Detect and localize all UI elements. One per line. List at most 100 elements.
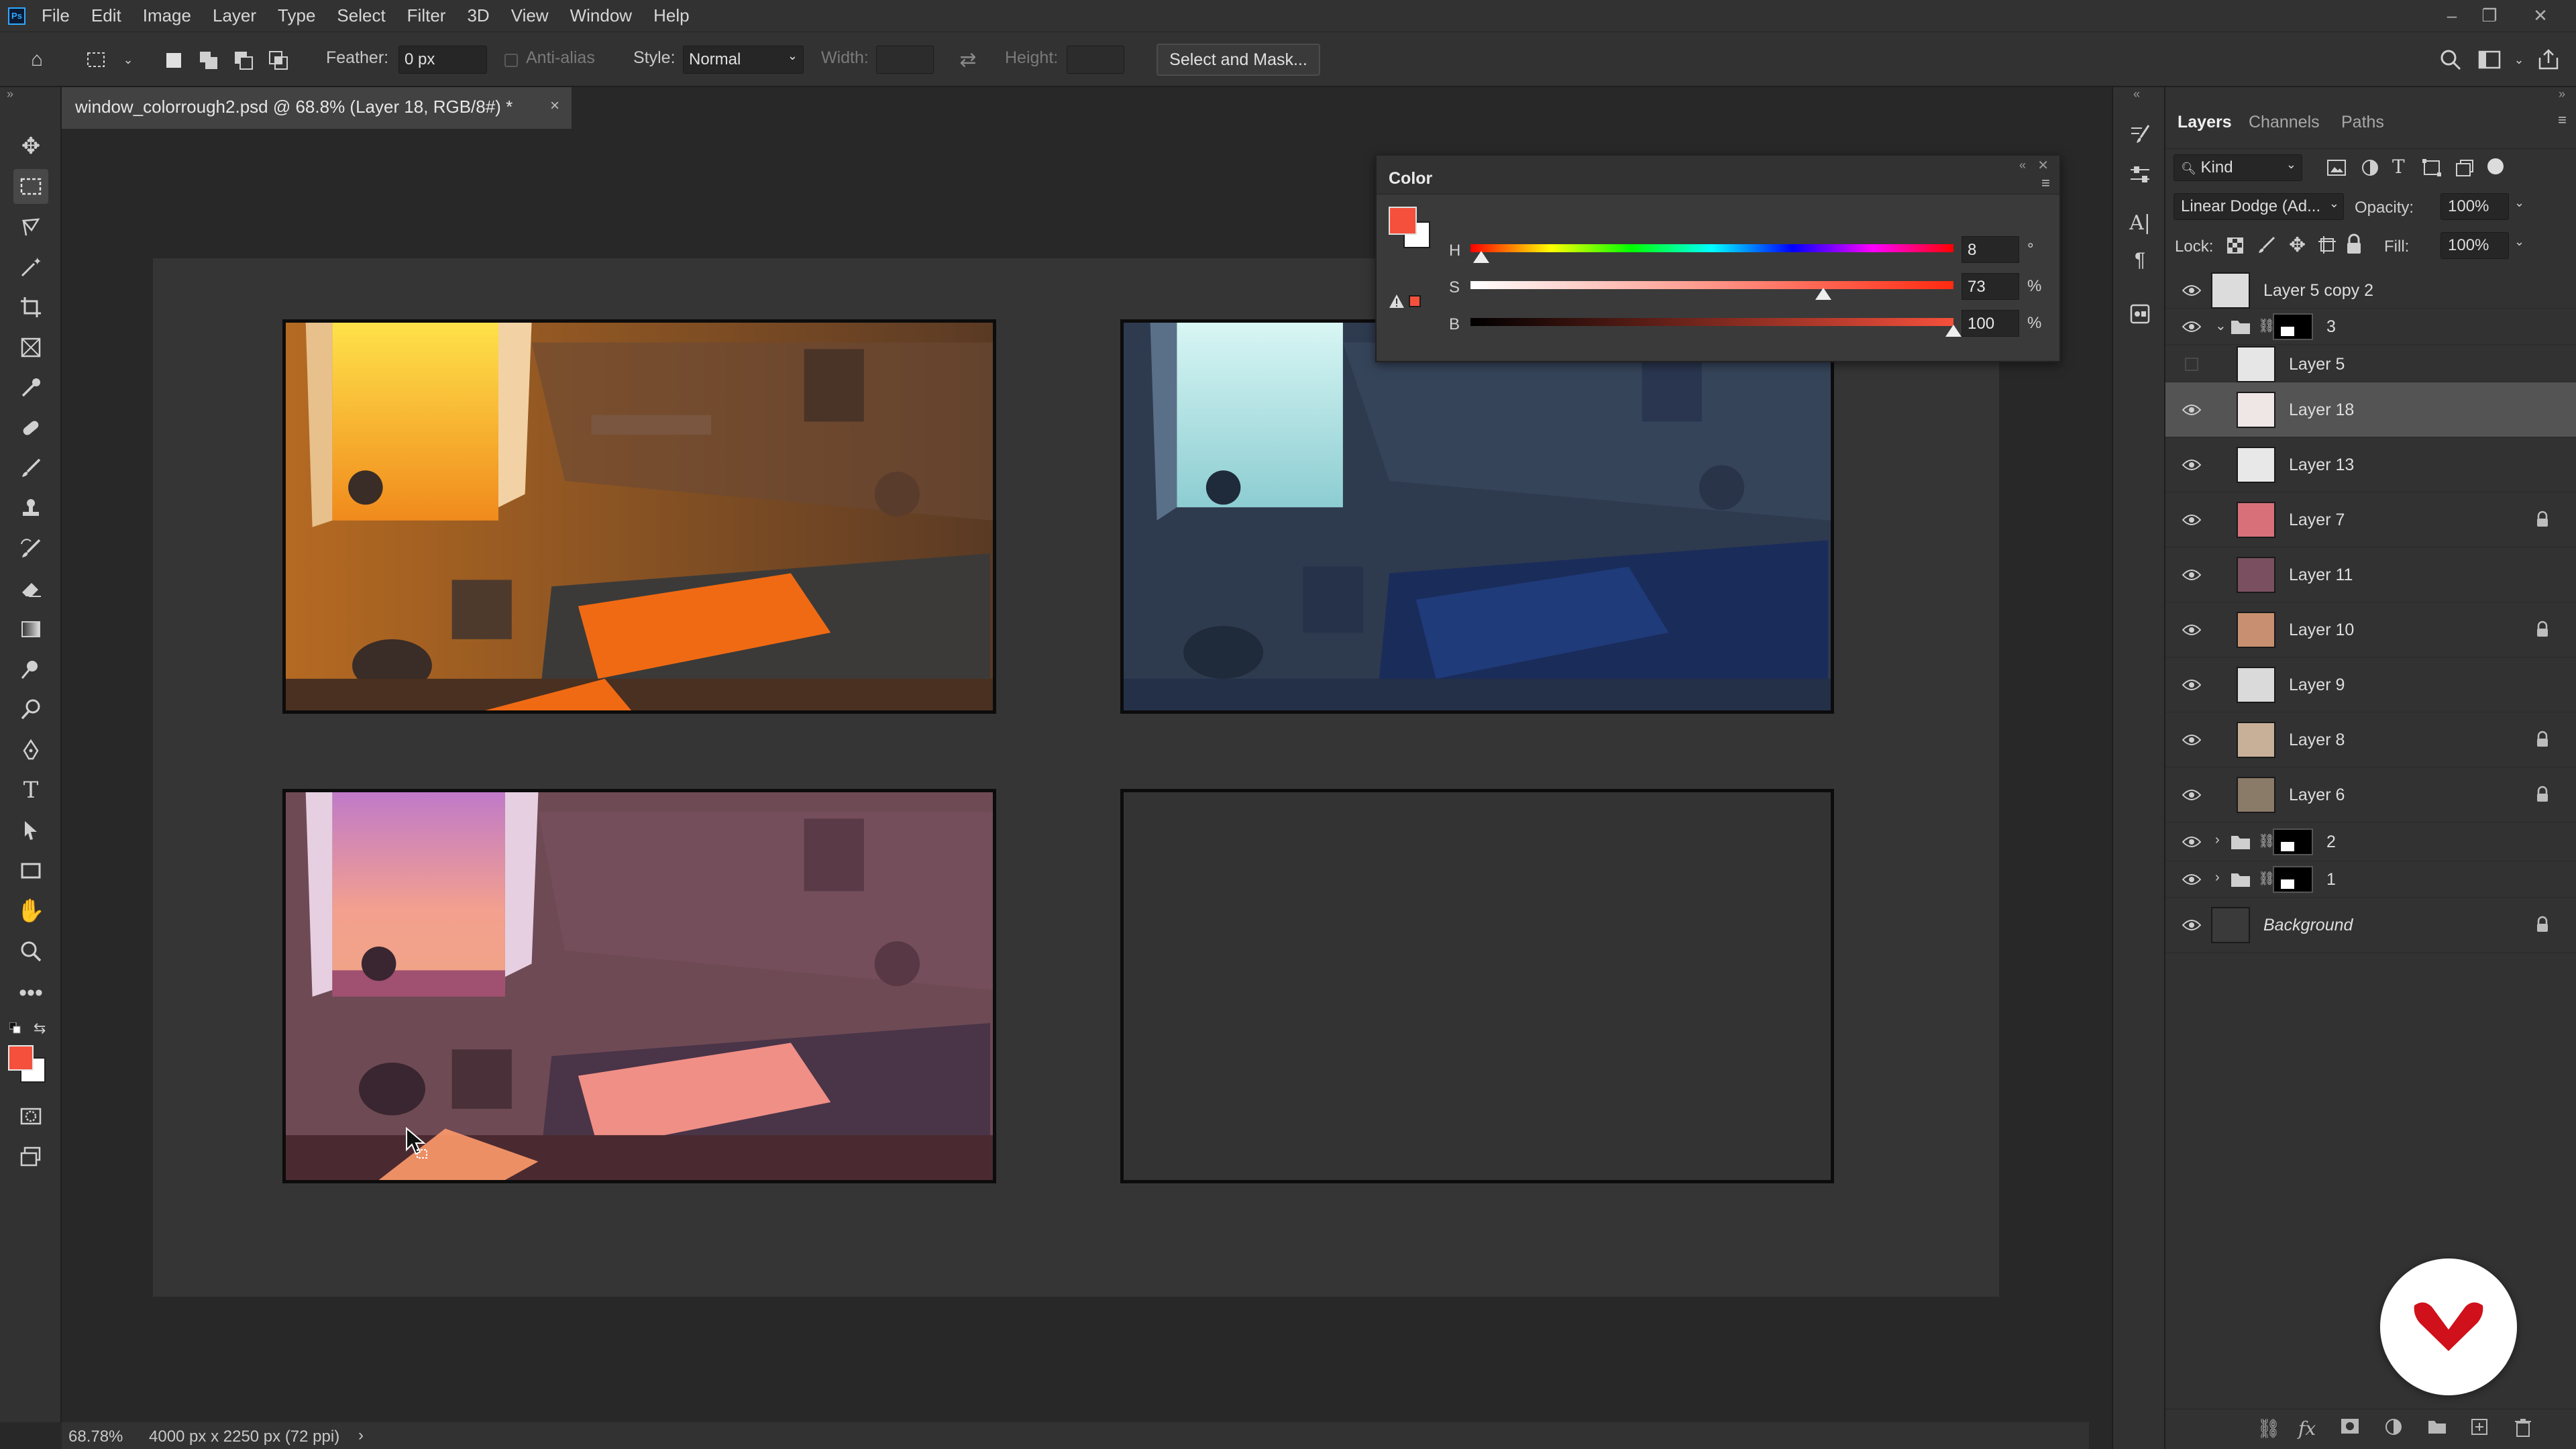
height-input[interactable] xyxy=(1067,46,1124,74)
layer-row[interactable]: Layer 6 xyxy=(2165,767,2576,822)
menu-type[interactable]: Type xyxy=(278,5,315,26)
select-and-mask-button[interactable]: Select and Mask... xyxy=(1157,44,1320,76)
tab-channels[interactable]: Channels xyxy=(2249,113,2320,132)
opacity-input[interactable]: 100% xyxy=(2440,193,2509,220)
link-layers-icon[interactable]: ⛓︎ xyxy=(2257,1417,2281,1440)
layer-row[interactable]: Background xyxy=(2165,898,2576,953)
frame-tool-icon[interactable] xyxy=(13,330,48,365)
layer-thumbnail[interactable] xyxy=(2237,346,2275,382)
lock-position-icon[interactable]: ✥ xyxy=(2289,233,2306,257)
layer-row[interactable]: Layer 11 xyxy=(2165,547,2576,602)
zoom-level[interactable]: 68.78% xyxy=(68,1428,123,1446)
filter-toggle-icon[interactable] xyxy=(2487,158,2504,174)
eyedropper-tool-icon[interactable] xyxy=(13,370,48,405)
visibility-eye-icon[interactable] xyxy=(2182,317,2202,337)
delete-layer-icon[interactable] xyxy=(2514,1417,2532,1442)
layer-row[interactable]: Layer 5 xyxy=(2165,346,2576,382)
brush-settings-icon[interactable] xyxy=(2125,119,2155,149)
menu-filter[interactable]: Filter xyxy=(407,5,446,26)
lock-transparent-icon[interactable] xyxy=(2226,236,2245,255)
saturation-slider-thumb[interactable] xyxy=(1815,288,1831,300)
saturation-slider-track[interactable] xyxy=(1470,281,1953,289)
panel-menu-icon[interactable]: ≡ xyxy=(2041,174,2050,192)
more-tools-icon[interactable]: ••• xyxy=(13,975,48,1010)
magic-wand-tool-icon[interactable]: ✦ xyxy=(13,250,48,284)
document-tab[interactable]: window_colorrough2.psd @ 68.8% (Layer 18… xyxy=(62,87,572,129)
hue-slider-thumb[interactable] xyxy=(1473,251,1489,263)
layer-thumbnail[interactable] xyxy=(2237,557,2275,593)
group-mask-thumbnail[interactable] xyxy=(2273,866,2313,893)
hand-tool-icon[interactable]: ✋ xyxy=(13,894,48,928)
feather-input[interactable]: 0 px xyxy=(398,46,487,74)
lock-all-icon[interactable] xyxy=(2345,233,2363,255)
layer-thumbnail[interactable] xyxy=(2211,272,2250,309)
layer-style-fx-icon[interactable]: fx xyxy=(2298,1417,2316,1440)
gradient-tool-icon[interactable] xyxy=(13,612,48,647)
menu-image[interactable]: Image xyxy=(143,5,191,26)
collapse-layers-panel-icon[interactable]: » xyxy=(2559,87,2565,101)
menu-edit[interactable]: Edit xyxy=(91,5,121,26)
close-tab-icon[interactable]: × xyxy=(550,97,559,115)
foreground-color-box[interactable] xyxy=(1389,207,1417,235)
visibility-eye-icon[interactable] xyxy=(2182,675,2202,695)
layer-row[interactable]: › ⛓︎ 2 xyxy=(2165,822,2576,861)
visibility-eye-icon[interactable] xyxy=(2182,455,2202,475)
brightness-value-input[interactable]: 100 xyxy=(1962,310,2019,337)
group-mask-thumbnail[interactable] xyxy=(2273,828,2313,855)
layer-row[interactable]: Layer 7 xyxy=(2165,492,2576,547)
lasso-tool-icon[interactable] xyxy=(13,209,48,244)
filter-type-icon[interactable]: T xyxy=(2392,156,2405,178)
move-tool-icon[interactable]: ✥ xyxy=(13,129,48,164)
layer-row[interactable]: Layer 18 xyxy=(2165,382,2576,437)
collapse-icon[interactable]: » xyxy=(7,87,13,101)
home-icon[interactable]: ⌂ xyxy=(25,48,48,71)
swap-icon[interactable]: ⇄ xyxy=(957,48,979,71)
menu-window[interactable]: Window xyxy=(570,5,632,26)
chevron-down-icon[interactable]: ⌄ xyxy=(2514,196,2524,210)
hue-value-input[interactable]: 8 xyxy=(1962,236,2019,263)
tab-layers[interactable]: Layers xyxy=(2178,113,2232,132)
restore-icon[interactable]: ❐ xyxy=(2473,0,2506,32)
lock-pixels-icon[interactable] xyxy=(2257,235,2277,255)
visibility-eye-icon[interactable] xyxy=(2182,730,2202,750)
eraser-tool-icon[interactable] xyxy=(13,572,48,606)
path-selection-tool-icon[interactable] xyxy=(13,813,48,848)
rectangle-tool-icon[interactable] xyxy=(13,853,48,888)
chevron-right-icon[interactable]: › xyxy=(2215,833,2220,848)
group-mask-thumbnail[interactable] xyxy=(2273,313,2313,340)
type-tool-icon[interactable]: T xyxy=(13,773,48,808)
menu-help[interactable]: Help xyxy=(653,5,689,26)
chevron-down-icon[interactable]: ⌄ xyxy=(2514,235,2524,249)
visibility-eye-icon[interactable] xyxy=(2182,280,2202,301)
crop-tool-icon[interactable] xyxy=(13,290,48,325)
pen-tool-icon[interactable] xyxy=(13,733,48,767)
photoshop-logo-icon[interactable]: Ps xyxy=(8,7,25,25)
blend-mode-select[interactable]: Linear Dodge (Ad... ⌄ xyxy=(2174,193,2344,220)
layer-row[interactable]: Layer 10 xyxy=(2165,602,2576,657)
search-icon[interactable] xyxy=(2439,48,2462,71)
brush-tool-icon[interactable] xyxy=(13,451,48,486)
style-select[interactable]: Normal ⌄ xyxy=(683,46,804,74)
brightness-slider-track[interactable] xyxy=(1470,318,1953,326)
smudge-tool-icon[interactable] xyxy=(13,652,48,687)
color-panel-title[interactable]: Color xyxy=(1389,169,1432,189)
visibility-eye-icon[interactable] xyxy=(2182,400,2202,420)
libraries-icon[interactable] xyxy=(2125,299,2155,329)
chevron-down-icon[interactable]: ⌄ xyxy=(117,48,140,71)
share-icon[interactable] xyxy=(2537,48,2560,71)
layer-thumbnail[interactable] xyxy=(2237,667,2275,703)
marquee-preset-icon[interactable] xyxy=(85,48,107,71)
tab-paths[interactable]: Paths xyxy=(2341,113,2384,132)
dodge-tool-icon[interactable] xyxy=(13,692,48,727)
visibility-eye-icon[interactable] xyxy=(2182,832,2202,852)
minimize-icon[interactable]: – xyxy=(2435,0,2469,32)
hue-slider-track[interactable] xyxy=(1470,244,1953,252)
status-menu-arrow-icon[interactable]: › xyxy=(358,1426,364,1445)
screen-mode-icon[interactable] xyxy=(13,1139,48,1174)
layer-thumbnail[interactable] xyxy=(2211,907,2250,943)
subtract-selection-icon[interactable] xyxy=(233,50,254,70)
new-selection-icon[interactable] xyxy=(164,50,184,70)
layers-panel-menu-icon[interactable]: ≡ xyxy=(2558,111,2567,129)
add-mask-icon[interactable] xyxy=(2340,1417,2360,1440)
document-canvas[interactable] xyxy=(153,258,1999,1297)
